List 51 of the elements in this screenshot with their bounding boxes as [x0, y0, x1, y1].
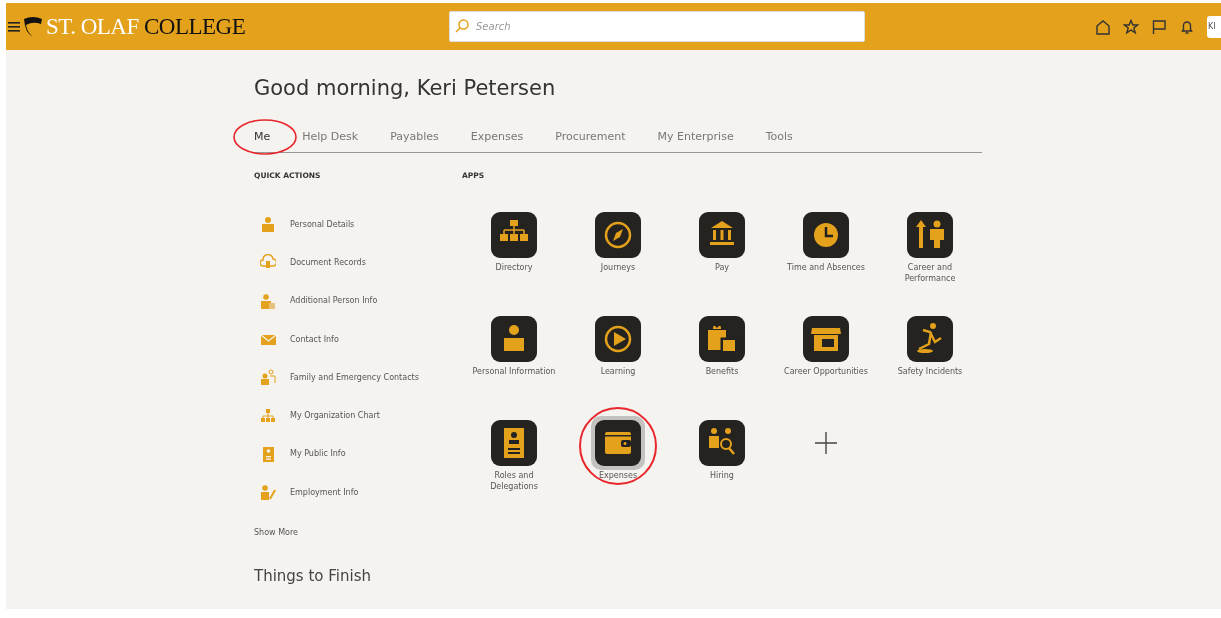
user-avatar[interactable]: KI	[1207, 15, 1221, 38]
app-label[interactable]: Safety Incidents	[888, 366, 972, 377]
tab[interactable]: Procurement	[555, 125, 626, 147]
app-tile-icon[interactable]	[699, 212, 745, 258]
app-label[interactable]: Learning	[576, 366, 660, 377]
app-tile-icon[interactable]	[699, 420, 745, 466]
menu-icon[interactable]	[8, 21, 20, 32]
app-tile-icon[interactable]	[803, 316, 849, 362]
search-field[interactable]: Search	[449, 11, 865, 42]
app-label[interactable]: Journeys	[576, 262, 660, 273]
tab[interactable]: Me	[254, 125, 271, 147]
quick-action-link[interactable]: Employment Info	[290, 487, 359, 497]
tab[interactable]: Help Desk	[302, 125, 359, 147]
app-label[interactable]: Expenses	[576, 470, 660, 481]
tab[interactable]: My Enterprise	[657, 125, 734, 147]
app-tile-icon[interactable]	[595, 212, 641, 258]
tab[interactable]: Expenses	[470, 125, 524, 147]
quick-action-link[interactable]: Family and Emergency Contacts	[290, 372, 419, 382]
quick-action-link[interactable]: Contact Info	[290, 334, 339, 344]
bell-icon[interactable]	[1179, 18, 1195, 35]
app-label[interactable]: Personal Information	[472, 366, 556, 377]
app-label[interactable]: Pay	[680, 262, 764, 273]
app-tile-icon[interactable]	[595, 316, 641, 362]
flag-icon[interactable]	[1151, 18, 1167, 35]
show-more-link[interactable]: Show More	[254, 528, 462, 538]
app-label[interactable]: Career Opportunities	[784, 366, 868, 377]
app-label[interactable]: Directory	[472, 262, 556, 273]
app-tile-icon[interactable]	[803, 212, 849, 258]
star-icon[interactable]	[1123, 18, 1139, 35]
tab[interactable]: Payables	[390, 125, 439, 147]
college-logo[interactable]: ST. OLAF COLLEGE	[46, 13, 246, 40]
greeting-text: Good morning, Keri Petersen	[254, 76, 557, 102]
app-label[interactable]: Roles and Delegations	[472, 470, 556, 492]
tab[interactable]: Tools	[765, 125, 793, 147]
home-icon[interactable]	[1095, 18, 1111, 35]
app-tile-icon[interactable]	[491, 420, 537, 466]
app-tile-icon[interactable]	[907, 212, 953, 258]
app-label[interactable]: Benefits	[680, 366, 764, 377]
app-tile-icon[interactable]	[907, 316, 953, 362]
section-title: Things to Finish	[254, 567, 372, 586]
quick-action-link[interactable]: Personal Details	[290, 219, 355, 229]
app-tile-icon[interactable]	[491, 212, 537, 258]
app-label[interactable]: Hiring	[680, 470, 764, 481]
app-tile-icon[interactable]	[491, 316, 537, 362]
app-label[interactable]: Time and Absences	[784, 262, 868, 273]
quick-action-link[interactable]: Document Records	[290, 257, 366, 267]
quick-action-link[interactable]: Additional Person Info	[290, 296, 378, 306]
app-label[interactable]: Career and Performance	[888, 262, 972, 284]
quick-action-link[interactable]: My Public Info	[290, 449, 346, 459]
quick-action-link[interactable]: My Organization Chart	[290, 411, 380, 421]
app-tile-icon[interactable]	[699, 316, 745, 362]
